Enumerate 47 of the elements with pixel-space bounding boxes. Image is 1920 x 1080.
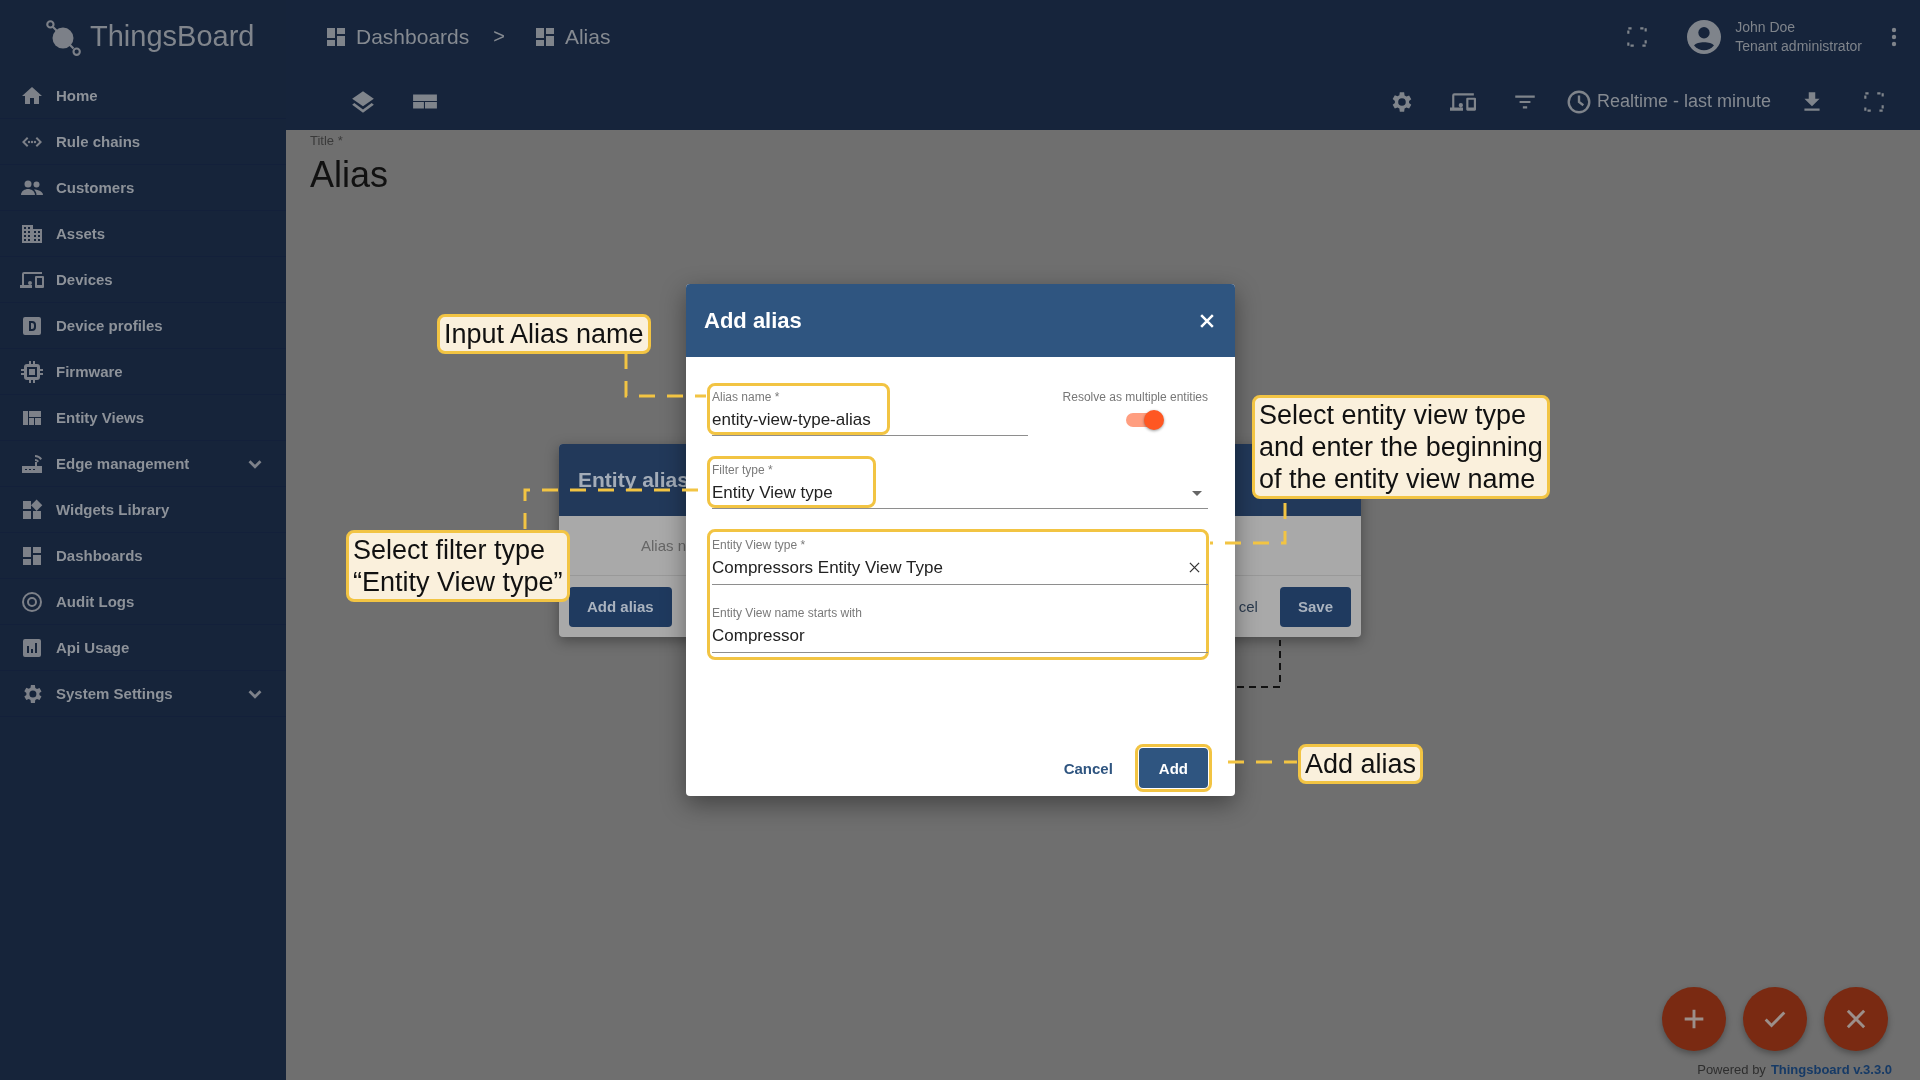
autocomplete-field[interactable]: Entity View type * Compressors Entity View Type: [712, 532, 1208, 585]
user-role: Tenant administrator: [1735, 38, 1862, 54]
toggle-label: Resolve as multiple entities: [1062, 390, 1208, 404]
sidebar-item[interactable]: System Settings: [0, 671, 286, 717]
sidebar-item[interactable]: Devices: [0, 257, 286, 303]
field-label: Entity View name starts with: [712, 606, 863, 620]
field-value: Compressors Entity View Type: [712, 557, 944, 579]
sidebar-item[interactable]: Device profiles: [0, 303, 286, 349]
dialog-button[interactable]: Add alias: [569, 586, 672, 627]
field-label: Filter type *: [712, 463, 774, 477]
field-value: Compressor: [712, 625, 806, 647]
powered-by-text: Powered by: [1697, 1062, 1766, 1077]
timewindow-button[interactable]: Realtime - last minute: [1565, 88, 1771, 115]
dialog-button[interactable]: Save: [1279, 586, 1351, 627]
cancel-button[interactable]: Cancel: [1059, 746, 1117, 790]
text-button[interactable]: cel: [1238, 586, 1258, 627]
add-button[interactable]: Add: [1138, 748, 1208, 788]
input-field[interactable]: Entity View name starts with Compressor: [712, 600, 1208, 653]
sidebar-item[interactable]: Firmware: [0, 349, 286, 395]
breadcrumb-link[interactable]: Alias: [532, 24, 611, 49]
dialog-title: Entity alias: [578, 468, 689, 492]
input-field[interactable]: Alias name * entity-view-type-alias: [712, 383, 1028, 436]
callout-text: Add alias: [1298, 744, 1424, 784]
sidebar-item[interactable]: Edge management: [0, 441, 286, 487]
field-value: entity-view-type-alias: [712, 409, 872, 431]
user-name: John Doe: [1735, 19, 1797, 35]
field-label: Entity View type *: [712, 538, 807, 552]
field-label: Alias name *: [712, 390, 781, 404]
callout-text: Select entity view type and enter the beginning of the entity view name: [1252, 395, 1550, 499]
sidebar-item[interactable]: Customers: [0, 165, 286, 211]
breadcrumb-separator: >: [493, 25, 505, 48]
sidebar-item[interactable]: Home: [0, 73, 286, 119]
breadcrumb-link[interactable]: Dashboards: [324, 24, 470, 49]
dashboard-title: Alias: [310, 154, 390, 196]
dialog-title: Add alias: [704, 307, 803, 334]
sidebar-item[interactable]: Api Usage: [0, 625, 286, 671]
sidebar-item[interactable]: Widgets Library: [0, 487, 286, 533]
sidebar-item[interactable]: Assets: [0, 211, 286, 257]
callout-text: Select filter type “Entity View type”: [346, 530, 570, 602]
logo-text: ThingsBoard: [90, 20, 255, 53]
callout-text: Input Alias name: [437, 314, 651, 354]
sidebar-item[interactable]: Dashboards: [0, 533, 286, 579]
field-value: Entity View type: [712, 482, 833, 504]
dropdown-field[interactable]: Filter type * Entity View type: [712, 456, 1208, 509]
sidebar-item[interactable]: Entity Views: [0, 395, 286, 441]
column-header: Alias n: [641, 537, 687, 554]
sidebar-item[interactable]: Audit Logs: [0, 579, 286, 625]
